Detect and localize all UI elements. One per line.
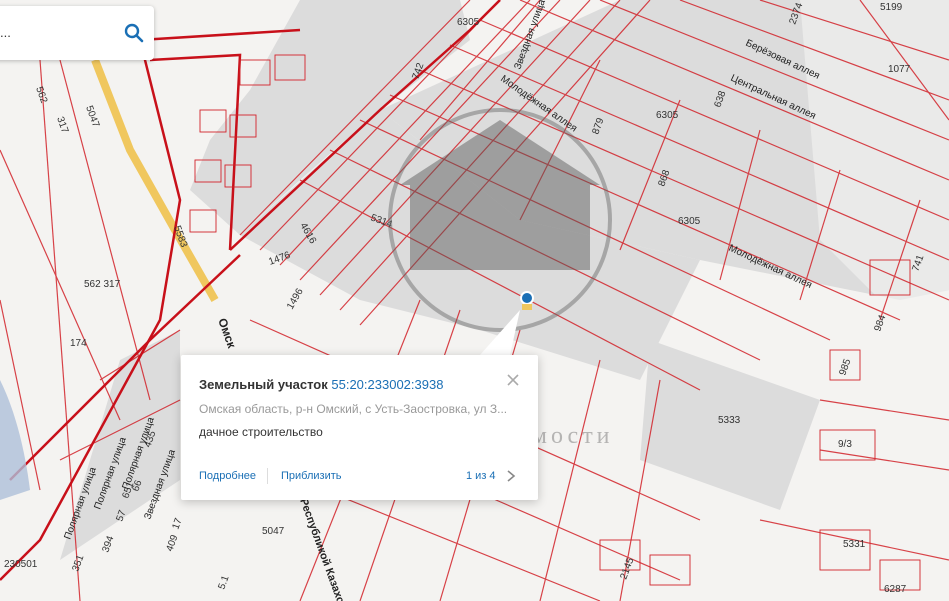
popup-title-text: Земельный участок	[199, 377, 328, 392]
selected-parcel-marker[interactable]	[520, 291, 534, 310]
more-details-link[interactable]: Подробнее	[199, 470, 256, 482]
parcel-label: 6305	[656, 110, 679, 121]
parcel-label: 9/3	[838, 439, 852, 450]
parcel-label: 5333	[718, 415, 741, 426]
close-icon[interactable]	[506, 373, 520, 387]
parcel-info-popup: Земельный участок 55:20:233002:3938 Омск…	[181, 355, 538, 500]
parcel-label: 1077	[888, 64, 911, 75]
link-separator	[267, 468, 268, 484]
parcel-address: Омская область, р-н Омский, с Усть-Заост…	[199, 402, 508, 416]
search-box: ...	[0, 6, 154, 60]
search-icon[interactable]	[124, 23, 144, 43]
parcel-label: 5047	[262, 526, 285, 537]
parcel-label: 174	[70, 338, 87, 349]
parcel-label: 562 317	[84, 279, 121, 290]
parcel-label: 6287	[884, 584, 907, 595]
parcel-usage: дачное строительство	[199, 425, 323, 439]
chevron-right-icon[interactable]	[506, 469, 516, 483]
popup-title: Земельный участок 55:20:233002:3938	[199, 377, 443, 392]
parcel-label: 6305	[457, 17, 480, 28]
parcel-label: 5199	[880, 2, 903, 13]
parcel-label: 6305	[678, 216, 701, 227]
popup-pagination: 1 из 4	[466, 470, 496, 482]
cadastral-map[interactable]: 6305 5199 2374 1077 742 6305 638 879 630…	[0, 0, 949, 601]
zoom-in-link[interactable]: Приблизить	[281, 470, 342, 482]
cadastral-number-link[interactable]: 55:20:233002:3938	[331, 377, 443, 392]
parcel-label: 230501	[4, 559, 38, 570]
parcel-label: 5331	[843, 539, 866, 550]
search-input[interactable]: ...	[0, 22, 110, 44]
